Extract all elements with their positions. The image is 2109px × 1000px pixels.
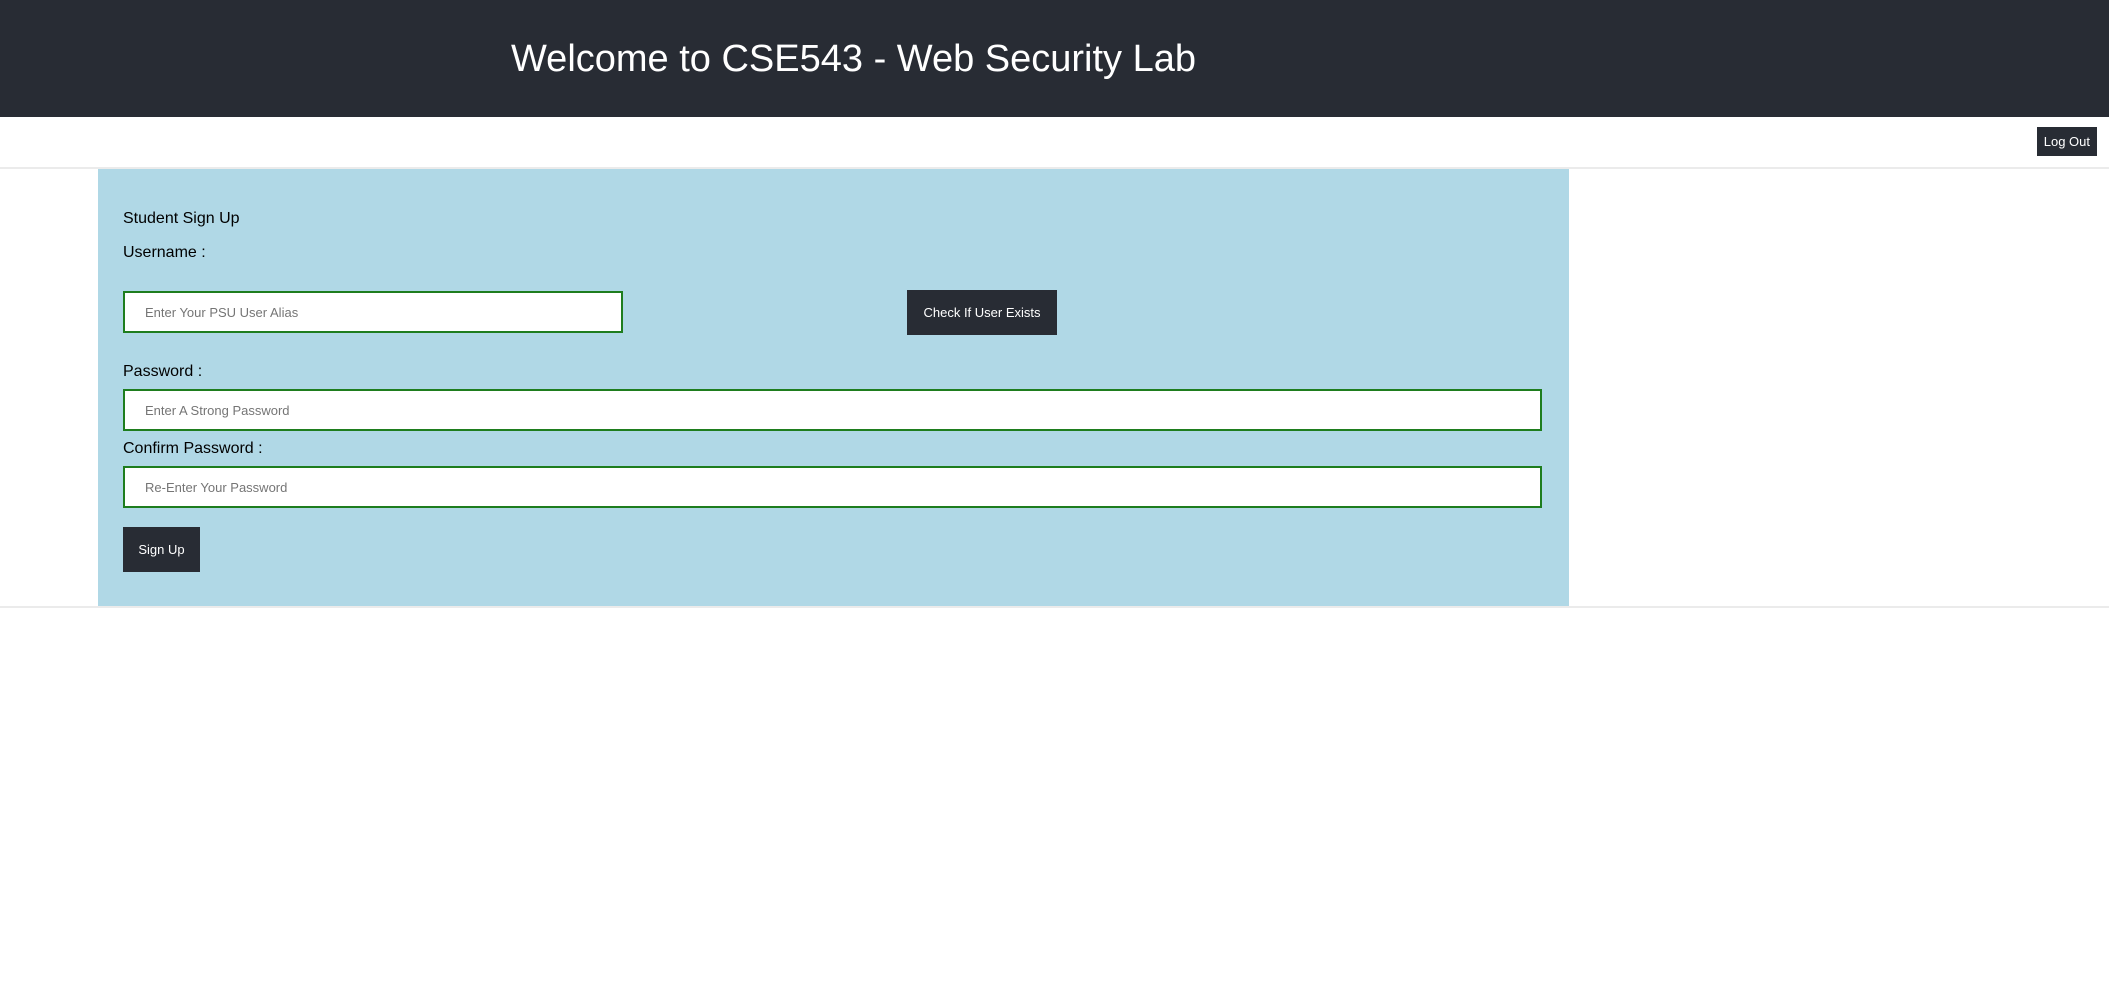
main-content: Student Sign Up Username : Check If User… [0,169,2109,608]
username-input[interactable] [123,291,623,333]
password-label: Password : [123,363,203,380]
username-label: Username : [123,244,206,261]
logout-button[interactable]: Log Out [2036,127,2097,156]
check-user-exists-button[interactable]: Check If User Exists [907,290,1057,335]
password-input[interactable] [123,389,1542,431]
top-bar: Log Out [0,117,2109,169]
confirm-password-label: Confirm Password : [123,440,263,457]
confirm-password-input[interactable] [123,466,1542,508]
form-heading: Student Sign Up [123,210,240,227]
page-title: Welcome to CSE543 - Web Security Lab [511,38,1197,80]
signup-form-panel: Student Sign Up Username : Check If User… [98,169,1569,606]
site-header: Welcome to CSE543 - Web Security Lab [0,0,2109,117]
signup-button[interactable]: Sign Up [123,527,200,572]
